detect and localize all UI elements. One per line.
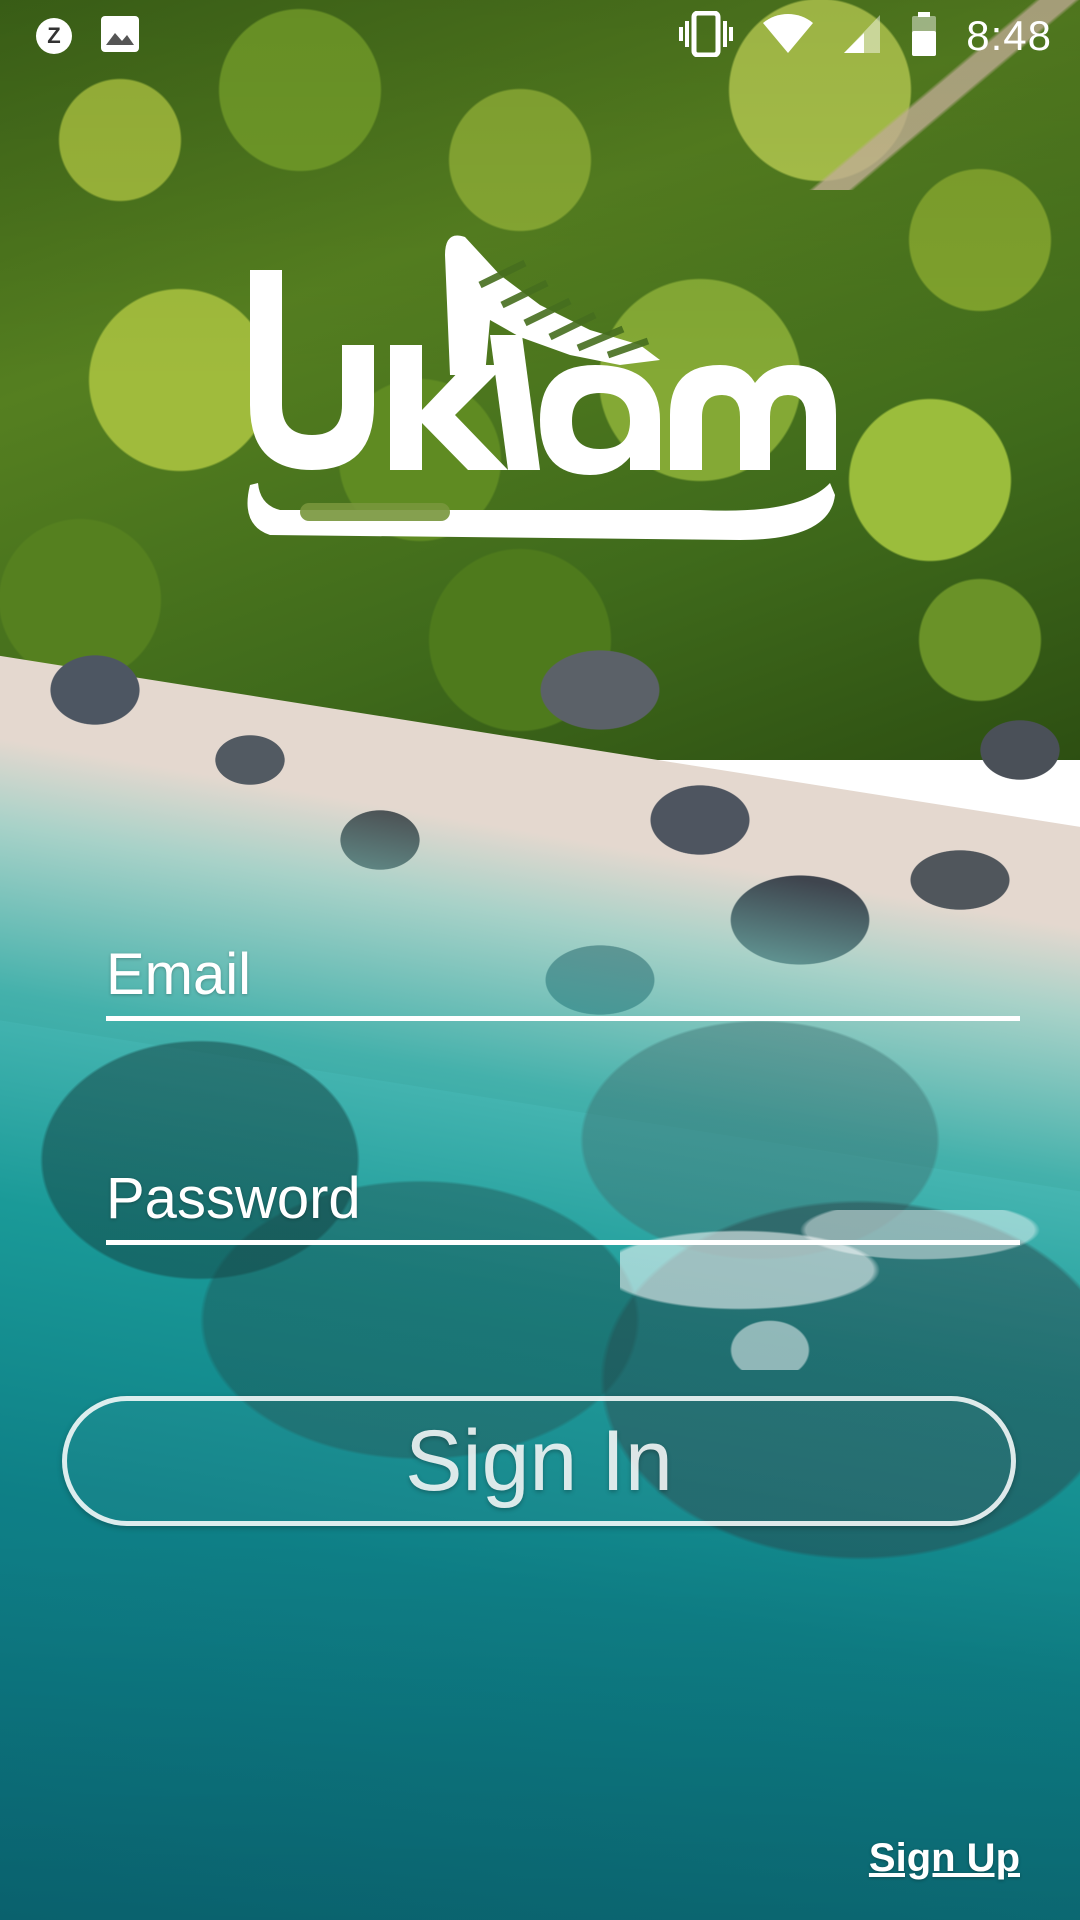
password-placeholder: Password xyxy=(106,1166,361,1231)
battery-icon xyxy=(910,11,938,62)
status-right: 8:48 xyxy=(678,10,1052,62)
status-bar: Z 8:48 xyxy=(0,0,1080,72)
vibrate-icon xyxy=(678,10,734,62)
email-placeholder: Email xyxy=(106,942,252,1007)
image-icon xyxy=(100,15,140,58)
clock: 8:48 xyxy=(966,12,1052,59)
sign-in-button[interactable]: Sign In xyxy=(62,1396,1016,1526)
sign-up-link[interactable]: Sign Up xyxy=(869,1836,1020,1881)
uklam-logo xyxy=(240,225,840,545)
password-field[interactable]: Password xyxy=(106,1162,1020,1245)
status-left: Z xyxy=(36,15,140,58)
cell-signal-icon xyxy=(842,13,882,60)
z-notification-icon: Z xyxy=(36,18,72,54)
email-field[interactable]: Email xyxy=(106,938,1020,1021)
sign-in-label: Sign In xyxy=(405,1412,673,1509)
wifi-icon xyxy=(762,13,814,60)
